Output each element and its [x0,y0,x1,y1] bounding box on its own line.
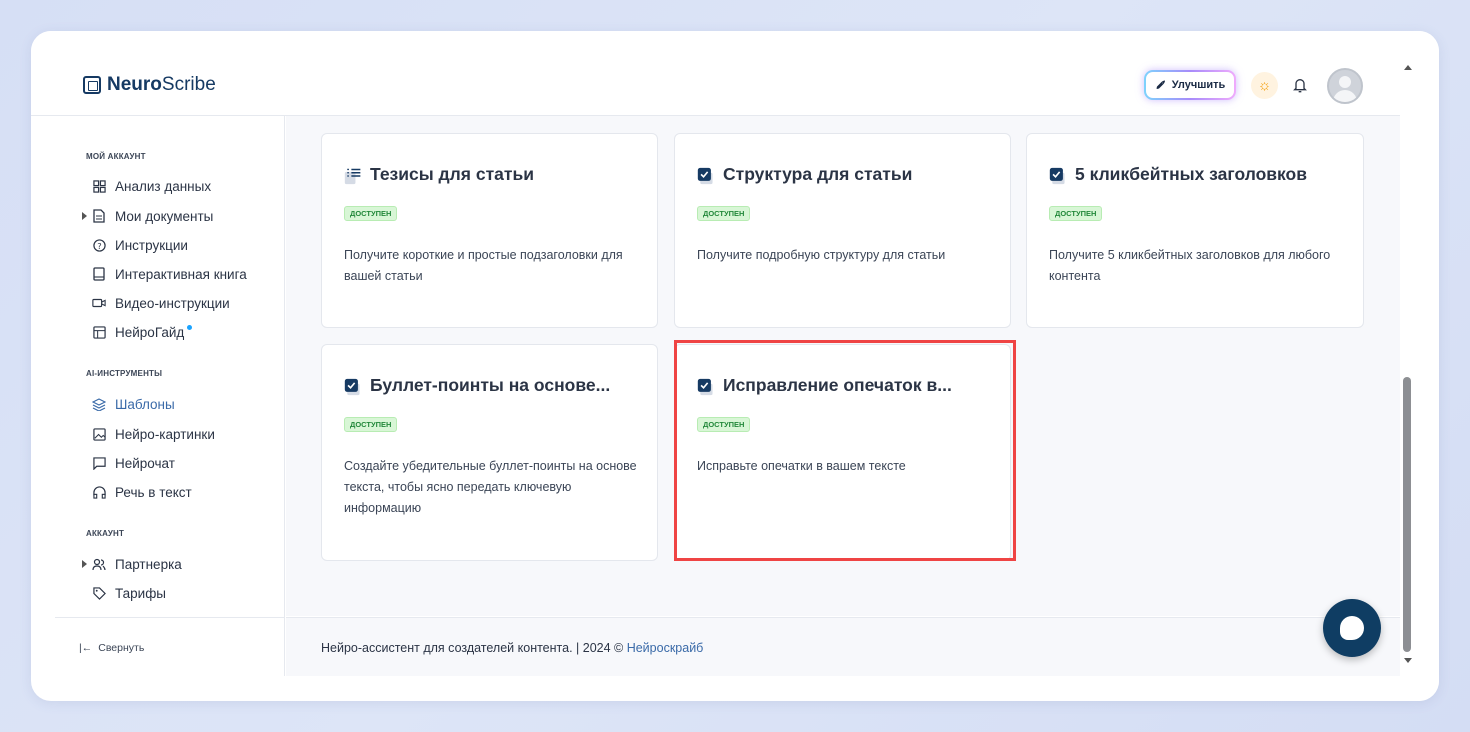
layers-icon [92,397,106,411]
sidebar-section-my-account: МОЙ АККАУНТ [86,152,146,161]
window-edge [1416,31,1439,701]
scroll-up-arrow-icon[interactable] [1404,65,1412,70]
sidebar-item-data-analysis[interactable]: Анализ данных [92,176,211,196]
sidebar-item-speech-to-text[interactable]: Речь в текст [92,482,192,502]
collapse-label: Свернуть [98,642,145,654]
headphones-icon [92,485,106,499]
collapse-left-icon: |← [79,642,93,654]
sidebar-item-label: Анализ данных [115,178,212,194]
sun-icon: ☼ [1257,77,1272,94]
chat-bubble-icon [1340,616,1364,640]
sidebar-item-neuroguide[interactable]: НейроГайд [92,322,193,342]
app-window: NeuroScribe Улучшить ☼ МОЙ АККАУНТ Анали… [31,31,1439,701]
support-chat-button[interactable] [1323,599,1381,657]
new-indicator-dot [187,324,193,330]
sidebar-item-label: Партнерка [115,556,182,572]
sidebar-item-my-documents[interactable]: Мои документы [82,206,214,226]
notifications-button[interactable] [1290,73,1310,97]
sidebar-item-label: Инструкции [115,237,188,253]
status-badge: доступен [1049,206,1103,221]
layout-icon [92,325,106,339]
checkbox-icon [1049,165,1067,185]
card-title: 5 кликбейтных заголовков [1049,164,1307,185]
sidebar-item-label: Шаблоны [115,396,175,412]
sidebar-item-label: Мои документы [115,208,214,224]
status-badge: доступен [344,206,398,221]
question-icon: ? [92,238,106,252]
sidebar-item-video-instructions[interactable]: Видео-инструкции [92,293,230,313]
upgrade-button[interactable]: Улучшить [1144,70,1236,100]
upgrade-label: Улучшить [1171,79,1226,91]
sidebar-item-label: НейроГайд [115,324,185,340]
footer-link[interactable]: Нейроскрайб [627,641,704,655]
status-badge: доступен [344,417,398,432]
grid-icon [92,179,106,193]
sidebar-item-label: Интерактивная книга [115,266,247,282]
book-icon [92,267,106,281]
list-icon [344,165,362,185]
svg-text:?: ? [97,240,101,250]
collapse-sidebar-button[interactable]: |← Свернуть [79,642,144,654]
sidebar-item-neuro-images[interactable]: Нейро-картинки [92,424,215,444]
caret-right-icon[interactable] [82,560,87,568]
sidebar-item-interactive-book[interactable]: Интерактивная книга [92,264,247,284]
card-description: Получите подробную структуру для статьи [697,248,946,262]
logo-icon [83,76,101,94]
card-title-text: Буллет-поинты на основе... [370,375,611,395]
card-description: Получите 5 кликбейтных заголовков для лю… [1049,248,1331,283]
checkbox-icon [344,376,362,396]
card-description: Создайте убедительные буллет-поинты на о… [344,459,637,515]
sidebar-item-label: Нейро-картинки [115,426,215,442]
sidebar-section-account: АККАУНТ [86,529,125,538]
sidebar-footer: |← Свернуть [55,617,285,676]
sidebar: МОЙ АККАУНТ Анализ данных Мои документы … [55,116,285,676]
checkbox-icon [697,165,715,185]
scroll-down-arrow-icon[interactable] [1404,658,1412,663]
sidebar-item-instructions[interactable]: ? Инструкции [92,235,188,255]
template-card-bullet-points[interactable]: Буллет-поинты на основе... доступен Созд… [321,344,658,561]
video-icon [92,296,106,310]
sidebar-item-label: Речь в текст [115,484,192,500]
user-avatar[interactable] [1327,68,1363,104]
rocket-icon [1156,80,1165,89]
sidebar-item-label: Видео-инструкции [115,295,230,311]
logo[interactable]: NeuroScribe [83,74,216,96]
sidebar-item-templates[interactable]: Шаблоны [92,394,175,414]
card-title: Тезисы для статьи [344,164,534,185]
page-footer: Нейро-ассистент для создателей контента.… [286,617,1400,676]
image-icon [92,427,106,441]
sidebar-section-ai-tools: AI-ИНСТРУМЕНТЫ [86,369,163,378]
footer-copyright: Нейро-ассистент для создателей контента.… [321,641,627,655]
vertical-scrollbar[interactable] [1400,31,1416,676]
card-description: Получите короткие и простые подзаголовки… [344,248,623,283]
caret-right-icon[interactable] [82,212,87,220]
sidebar-item-neurochat[interactable]: Нейрочат [92,453,175,473]
card-title-text: Тезисы для статьи [370,164,534,184]
document-icon [92,209,106,223]
sidebar-item-label: Тарифы [115,585,167,601]
top-header: NeuroScribe Улучшить ☼ [31,31,1400,116]
template-card-clickbait-headlines[interactable]: 5 кликбейтных заголовков доступен Получи… [1026,133,1364,328]
sidebar-item-partners[interactable]: Партнерка [82,554,182,574]
template-card-article-structure[interactable]: Структура для статьи доступен Получите п… [674,133,1011,328]
chat-icon [92,456,106,470]
logo-bold-text: Neuro [107,74,162,95]
card-title-text: 5 кликбейтных заголовков [1075,164,1308,184]
card-title-text: Структура для статьи [723,164,913,184]
card-title: Структура для статьи [697,164,912,185]
logo-light-text: Scribe [161,74,216,95]
tag-icon [92,586,106,600]
sidebar-item-label: Нейрочат [115,455,175,471]
footer-text: Нейро-ассистент для создателей контента.… [321,641,703,655]
template-card-theses[interactable]: Тезисы для статьи доступен Получите коро… [321,133,658,328]
theme-toggle[interactable]: ☼ [1251,72,1278,99]
card-title: Буллет-поинты на основе... [344,375,610,396]
sidebar-item-tariffs[interactable]: Тарифы [92,583,166,603]
status-badge: доступен [697,206,751,221]
highlight-frame [674,340,1016,561]
bell-icon [1293,79,1307,93]
users-icon [92,557,106,571]
scroll-thumb[interactable] [1403,377,1411,652]
